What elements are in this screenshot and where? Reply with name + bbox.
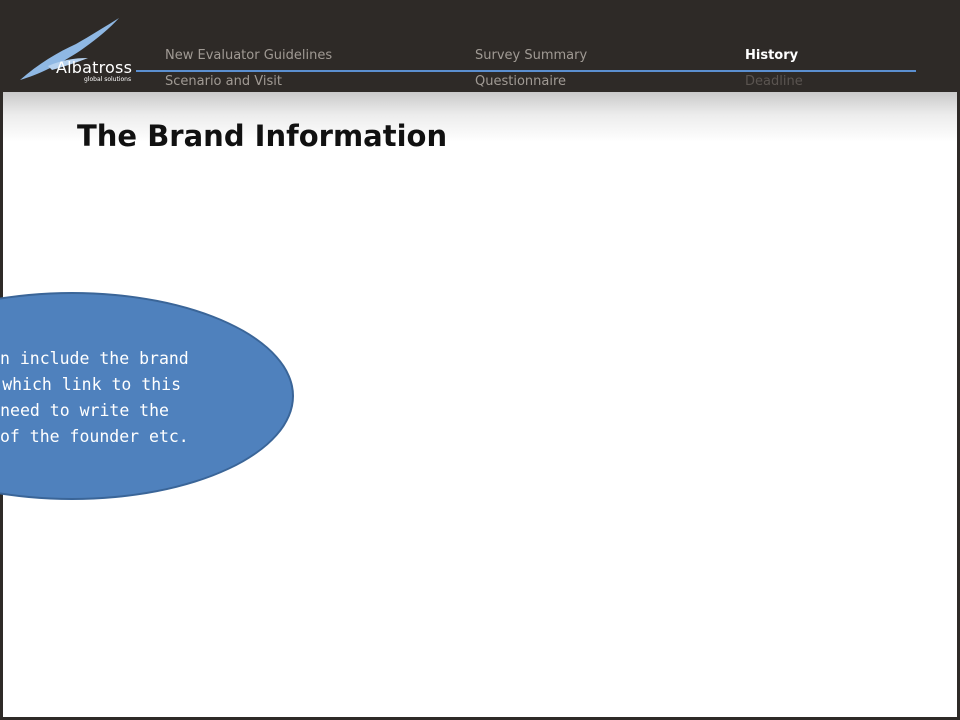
albatross-logo[interactable]: Albatross global solutions <box>18 14 132 84</box>
nav-new-evaluator-guidelines[interactable]: New Evaluator Guidelines <box>165 48 332 63</box>
callout-text-line-1: n include the brand <box>0 349 189 368</box>
callout-text-line-2: which link to this <box>2 375 181 394</box>
nav-deadline[interactable]: Deadline <box>745 74 803 89</box>
callout-text-line-4: of the founder etc. <box>0 427 189 446</box>
callout-text-line-3: need to write the <box>0 401 169 420</box>
logo-wordmark: Albatross <box>56 58 133 77</box>
header-bar: Albatross global solutions New Evaluator… <box>0 0 960 92</box>
nav-questionnaire[interactable]: Questionnaire <box>475 74 566 89</box>
nav-divider-line <box>136 70 916 72</box>
nav-history[interactable]: History <box>745 48 798 63</box>
nav-survey-summary[interactable]: Survey Summary <box>475 48 587 63</box>
page-title: The Brand Information <box>77 119 448 153</box>
nav-scenario-and-visit[interactable]: Scenario and Visit <box>165 74 282 89</box>
logo-tagline: global solutions <box>84 76 132 83</box>
slide: Albatross global solutions New Evaluator… <box>0 0 960 720</box>
